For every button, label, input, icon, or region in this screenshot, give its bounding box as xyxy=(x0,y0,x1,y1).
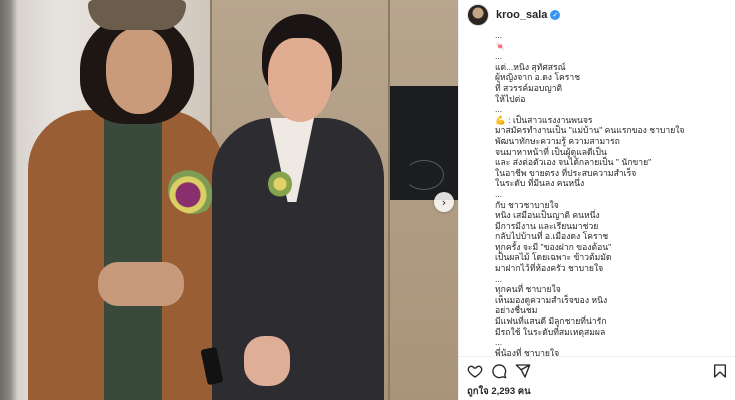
post-photo[interactable]: › xyxy=(0,0,458,400)
caption-line: ในอาชีพ ขายตรง ที่ประสบความสำเร็จ xyxy=(495,167,637,178)
caption-line: ... xyxy=(495,30,503,40)
caption-line: ... xyxy=(495,188,503,199)
caption-line: ... xyxy=(495,104,503,115)
share-icon[interactable] xyxy=(515,363,531,379)
caption-line: มีแฟนที่แสนดี มีลูกชายที่น่ารัก xyxy=(495,316,607,327)
caption-line: เห็นมองดูความสำเร็จของ หนิง xyxy=(495,294,608,305)
caption-line: ทุกครั้ง จะมี "ของฝาก ของต้อน" xyxy=(495,241,612,252)
caption-line: แด่...หนิง สุทัศสรณ์ xyxy=(495,61,566,72)
photo-man-hands xyxy=(98,262,184,306)
caption-line: มาฝากไว้ที่ห้องครัว ชาบายใจ xyxy=(495,263,604,274)
next-image-button[interactable]: › xyxy=(434,192,454,212)
photo-panel-seam xyxy=(388,0,390,400)
photo-corsage xyxy=(168,166,218,214)
chevron-right-icon: › xyxy=(441,195,447,209)
photo-woman-face xyxy=(268,38,332,122)
caption-line: ... xyxy=(495,51,503,62)
post-caption: ... 🍬... แด่...หนิง สุทัศสรณ์ ผู้หญิงจาก อ.… xyxy=(495,30,731,356)
caption-line: เป็นผลไม้ โดยเฉพาะ ข้าวต้มมัด xyxy=(495,252,612,263)
avatar[interactable] xyxy=(467,4,489,26)
caption-line: กับ ชาวชาบายใจ xyxy=(495,199,559,210)
caption-line: ทุกคนที่ ชาบายใจ xyxy=(495,284,561,295)
caption-line: มาสมัครทำงานเป็น "แม่บ้าน" คนแรกของ ชาบา… xyxy=(495,125,685,136)
photo-man-shirt xyxy=(104,110,162,400)
instagram-post: › kroo_sala ✓ ... 🍬... แด่...หนิง สุทัศสรณ… xyxy=(0,0,735,400)
caption-line: และ ส่งต่อตัวเอง จนได้กลายเป็น " นักขาย" xyxy=(495,157,652,168)
action-bar xyxy=(459,356,735,384)
photo-man-face xyxy=(106,28,172,114)
photo-cable xyxy=(404,160,444,190)
post-header: kroo_sala ✓ xyxy=(459,0,735,30)
caption-line: พี่น้องที่ ชาบายใจ xyxy=(495,347,560,356)
caption-line: ที่ สวรรค์มอบญาติ xyxy=(495,82,563,93)
caption-line: พัฒนาทักษะความรู้ ความสามารถ xyxy=(495,135,620,146)
caption-line: มีการมีงาน และเรียนมาช่วย xyxy=(495,220,599,231)
caption-line: ... xyxy=(495,337,503,348)
caption-line: 💪 : เป็นสาวแรงงานพนจร xyxy=(495,114,593,125)
likes-count[interactable]: ถูกใจ 2,293 คน xyxy=(467,384,531,399)
photo-man-hat xyxy=(88,0,186,30)
caption-line: ให้ไปต่อ xyxy=(495,93,526,104)
bookmark-icon[interactable] xyxy=(712,363,728,379)
username-link[interactable]: kroo_sala xyxy=(496,9,547,21)
caption-line: 🍬 xyxy=(495,40,506,51)
photo-brooch xyxy=(268,170,292,198)
post-sidebar: kroo_sala ✓ ... 🍬... แด่...หนิง สุทัศสรณ์ผ… xyxy=(458,0,735,400)
caption-line: กลับไปบ้านที่ อ.เมืองดง โคราช xyxy=(495,231,609,242)
caption-line: ในระดับ ที่มีนลง คนหนึ่ง xyxy=(495,178,585,189)
caption-line: ผู้หญิงจาก อ.ดง โคราช xyxy=(495,72,581,83)
caption-line: จนมาหาหน้าที่ เป็นผู้ดูแลดีเป็น xyxy=(495,146,607,157)
comment-icon[interactable] xyxy=(491,363,507,379)
caption-line: หนิง เสมือนเป็นญาติ คนหนึ่ง xyxy=(495,210,600,221)
verified-badge-icon: ✓ xyxy=(550,10,561,20)
caption-line: อย่างชื่นชม xyxy=(495,305,538,316)
heart-icon[interactable] xyxy=(467,363,483,379)
photo-woman-hands xyxy=(244,336,290,386)
caption-line: มีรถใช้ ในระดับที่สมเหตุสมผล xyxy=(495,326,606,337)
caption-line: ... xyxy=(495,273,503,284)
